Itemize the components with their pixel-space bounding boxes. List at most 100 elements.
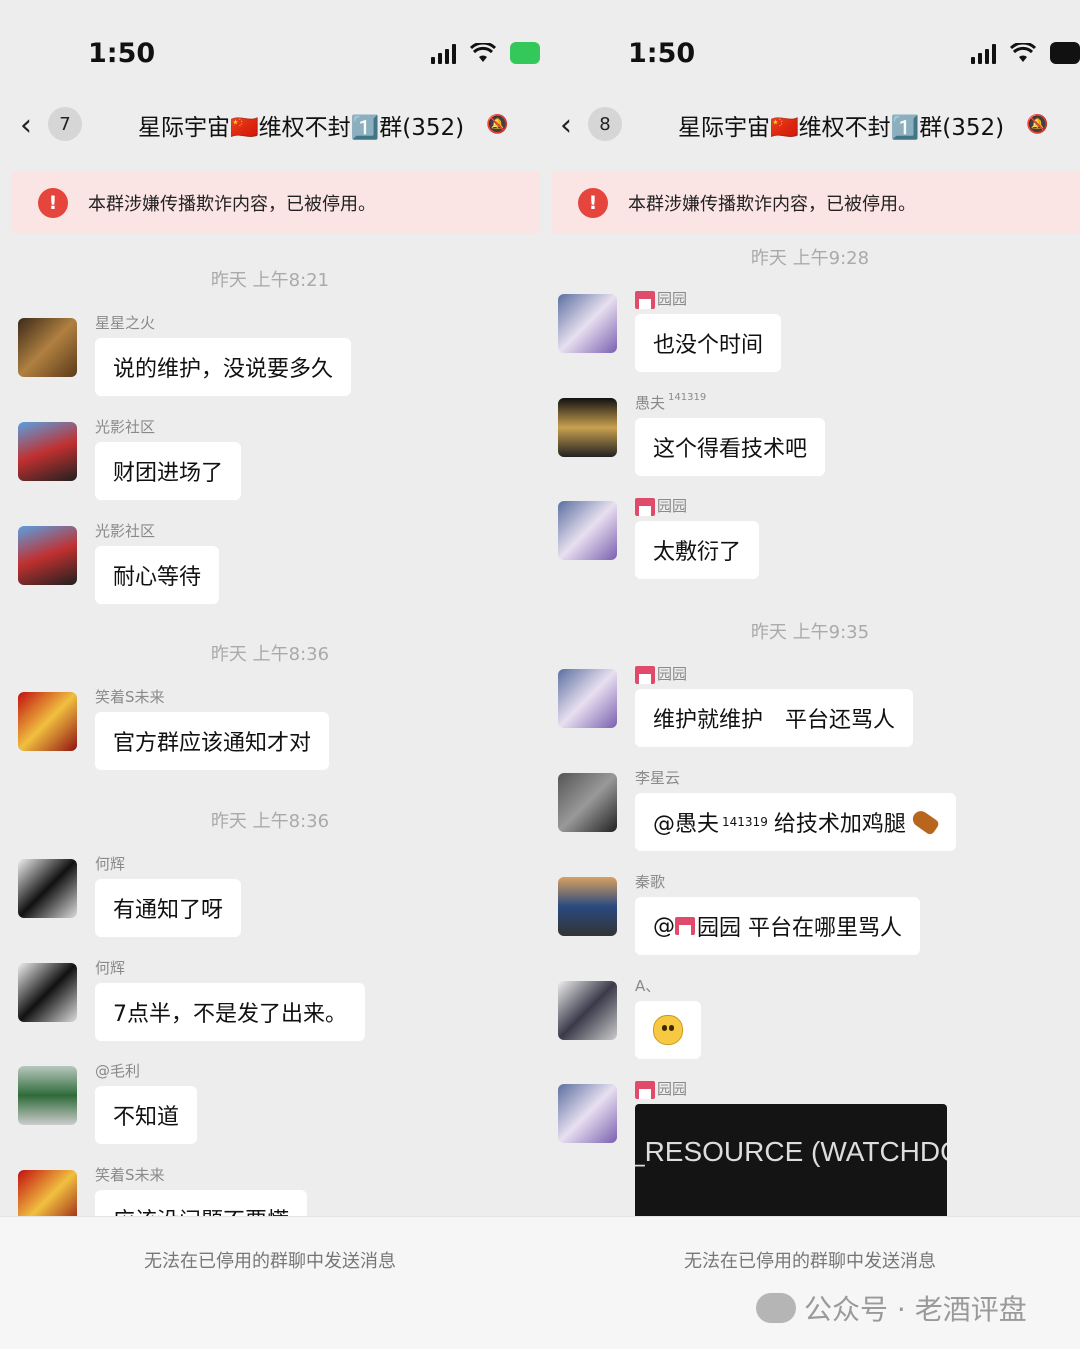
message-item: 星星之火 说的维护，没说要多久 (18, 314, 540, 428)
message-item: 光影社区 耐心等待 (18, 522, 540, 636)
timestamp: 昨天 上午8:36 (210, 811, 330, 832)
message-item: 园园 太敷衍了 (558, 497, 1080, 611)
chat-screen-left: 1:50 ‹ 7 星际宇宙🇨🇳维权不封1️⃣群(352) 🔕 ! 本群涉嫌传播欺… (0, 0, 540, 1349)
sender-name: 愚夫 141319 (635, 392, 707, 412)
status-icons (431, 42, 540, 64)
avatar[interactable] (18, 318, 77, 377)
sender-name: 何辉 (95, 959, 126, 977)
message-bubble[interactable]: 财团进场了 (95, 442, 242, 500)
message-item: 李星云 @愚夫 141319 给技术加鸡腿 (558, 769, 1080, 883)
wifi-icon (470, 43, 496, 62)
message-item: A、 (558, 977, 1080, 1091)
timestamp: 昨天 上午9:35 (750, 622, 870, 643)
pleading-face-emoji-icon (653, 1015, 683, 1045)
avatar[interactable] (18, 859, 77, 918)
avatar[interactable] (558, 1084, 617, 1143)
message-item: 何辉 7点半，不是发了出来。 (18, 959, 540, 1073)
sender-name: 园园 (635, 288, 687, 309)
message-feed[interactable]: 昨天 上午8:21 星星之火 说的维护，没说要多久 光影社区 财团进场了 光影社… (0, 246, 540, 1216)
back-count-badge[interactable]: 7 (48, 107, 82, 141)
back-count-badge[interactable]: 8 (588, 107, 622, 141)
message-item: 园园 _RESOURCE (WATCHDO (558, 1080, 1080, 1216)
sender-name: 光影社区 (95, 522, 156, 540)
avatar[interactable] (558, 294, 617, 353)
watermark: 公众号 · 老酒评盘 (756, 1288, 1027, 1328)
message-bubble[interactable]: 应该没问题不要慌 (95, 1190, 308, 1216)
timestamp: 昨天 上午8:36 (210, 644, 330, 665)
signal-icon (431, 42, 456, 64)
message-item: 笑着S未来 应该没问题不要慌 (18, 1166, 540, 1216)
status-time: 1:50 (628, 38, 696, 69)
message-bubble[interactable]: 维护就维护 平台还骂人 (635, 689, 914, 747)
sender-name: 李星云 (635, 769, 681, 787)
avatar[interactable] (558, 398, 617, 457)
sender-name: 园园 (635, 663, 687, 684)
status-time: 1:50 (88, 38, 156, 69)
input-disabled-footer: 无法在已停用的群聊中发送消息 (540, 1216, 1080, 1349)
message-bubble[interactable]: 有通知了呀 (95, 879, 242, 937)
avatar[interactable] (18, 422, 77, 481)
drumstick-emoji-icon (909, 807, 941, 837)
signal-icon (971, 42, 996, 64)
wifi-icon (1010, 43, 1036, 62)
message-bubble[interactable]: @愚夫 141319 给技术加鸡腿 (635, 793, 956, 851)
disabled-banner: ! 本群涉嫌传播欺诈内容，已被停用。 (552, 171, 1080, 234)
timestamp: 昨天 上午8:21 (210, 270, 330, 291)
sender-name: 何辉 (95, 855, 126, 873)
message-bubble[interactable]: 太敷衍了 (635, 521, 760, 579)
avatar[interactable] (558, 773, 617, 832)
sender-name: A、 (635, 977, 661, 995)
sender-name: 光影社区 (95, 418, 156, 436)
disabled-banner: ! 本群涉嫌传播欺诈内容，已被停用。 (12, 171, 540, 234)
message-item: @毛利 不知道 (18, 1062, 540, 1176)
battery-icon (510, 42, 540, 64)
watermark-text: 公众号 · 老酒评盘 (804, 1293, 1027, 1326)
avatar[interactable] (18, 1170, 77, 1216)
avatar[interactable] (558, 501, 617, 560)
chat-title: 星际宇宙🇨🇳维权不封1️⃣群(352) (678, 115, 1005, 141)
sender-name: 笑着S未来 (95, 688, 165, 706)
message-bubble[interactable]: @ 园园 平台在哪里骂人 (635, 897, 920, 955)
message-feed[interactable]: 昨天 上午9:28 园园 也没个时间 愚夫 141319 这个得看技术吧 园园 太… (540, 246, 1080, 1216)
message-bubble[interactable]: 说的维护，没说要多久 (95, 338, 352, 396)
avatar[interactable] (558, 981, 617, 1040)
message-item: 何辉 有通知了呀 (18, 855, 540, 969)
back-chevron-icon[interactable]: ‹ (560, 108, 572, 143)
house-emoji-icon (635, 497, 655, 516)
sender-name: 笑着S未来 (95, 1166, 165, 1184)
message-item: 园园 也没个时间 (558, 290, 1080, 404)
battery-icon (1050, 42, 1080, 64)
message-bubble[interactable]: 官方群应该通知才对 (95, 712, 330, 770)
avatar[interactable] (18, 526, 77, 585)
avatar[interactable] (558, 877, 617, 936)
message-bubble[interactable] (635, 1001, 701, 1059)
sender-name: 星星之火 (95, 314, 156, 332)
house-emoji-icon (635, 1080, 655, 1099)
timestamp: 昨天 上午9:28 (750, 248, 870, 269)
message-item: 园园 维护就维护 平台还骂人 (558, 665, 1080, 779)
sender-name: 园园 (635, 1078, 687, 1099)
sender-name: @毛利 (95, 1062, 141, 1080)
house-emoji-icon (635, 290, 655, 309)
avatar[interactable] (18, 1066, 77, 1125)
message-bubble[interactable]: 也没个时间 (635, 314, 782, 372)
warning-icon: ! (38, 187, 68, 218)
avatar[interactable] (18, 963, 77, 1022)
message-bubble[interactable]: 耐心等待 (95, 546, 220, 604)
message-bubble[interactable]: 7点半，不是发了出来。 (95, 983, 365, 1041)
house-emoji-icon (675, 917, 695, 935)
video-text: _RESOURCE (WATCHDO (635, 1136, 947, 1167)
message-bubble[interactable]: 不知道 (95, 1086, 198, 1144)
sender-name: 秦歌 (635, 873, 666, 891)
sender-name: 园园 (635, 495, 687, 516)
message-bubble[interactable]: 这个得看技术吧 (635, 418, 826, 476)
banner-text: 本群涉嫌传播欺诈内容，已被停用。 (88, 193, 376, 215)
chat-title: 星际宇宙🇨🇳维权不封1️⃣群(352) (138, 115, 465, 141)
avatar[interactable] (18, 692, 77, 751)
banner-text: 本群涉嫌传播欺诈内容，已被停用。 (628, 193, 916, 215)
chat-screen-right: 1:50 ‹ 8 星际宇宙🇨🇳维权不封1️⃣群(352) 🔕 ! 本群涉嫌传播欺… (540, 0, 1080, 1349)
message-item: 笑着S未来 官方群应该通知才对 (18, 688, 540, 802)
video-message[interactable]: _RESOURCE (WATCHDO (635, 1104, 947, 1216)
back-chevron-icon[interactable]: ‹ (20, 108, 32, 143)
avatar[interactable] (558, 669, 617, 728)
